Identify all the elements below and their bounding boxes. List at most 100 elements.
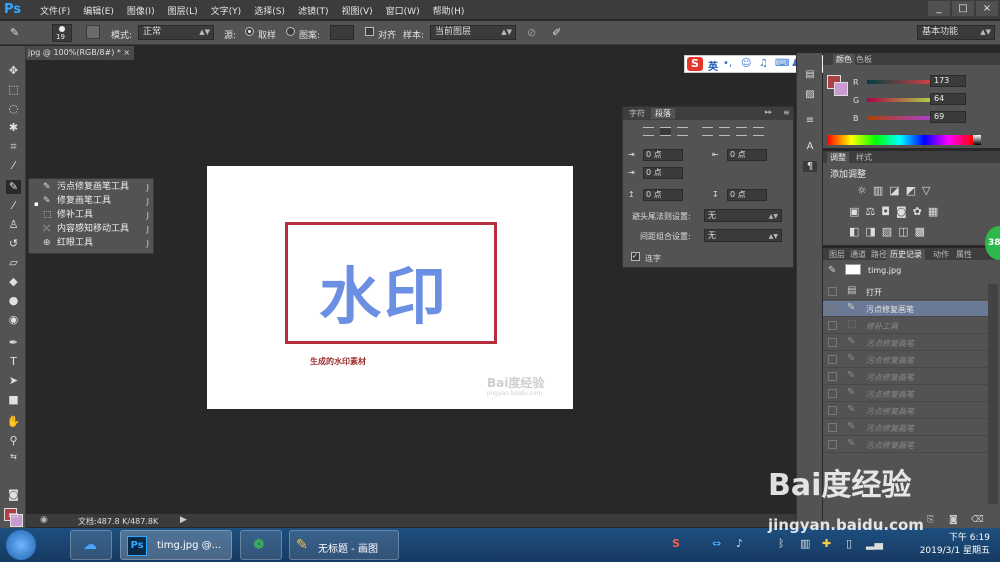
- row-checkbox[interactable]: [828, 338, 837, 347]
- type-tool-icon[interactable]: T: [6, 355, 21, 369]
- eyedropper-icon[interactable]: ⁄: [6, 159, 21, 173]
- tab-color[interactable]: 颜色: [833, 54, 855, 65]
- signal-icon[interactable]: ▂▄: [866, 537, 883, 550]
- row-checkbox[interactable]: [828, 440, 837, 449]
- r-value[interactable]: 173: [930, 75, 966, 87]
- sample-select[interactable]: 当前图层 ▲▼: [430, 25, 516, 40]
- document-tab[interactable]: jpg @ 100%(RGB/8#) * ×: [26, 46, 134, 60]
- row-checkbox[interactable]: [828, 355, 837, 364]
- indent-left-field[interactable]: 0 点: [643, 149, 683, 161]
- crop-tool-icon[interactable]: ⌗: [6, 140, 21, 154]
- menu-filter[interactable]: 滤镜(T): [292, 4, 336, 17]
- align-right-icon[interactable]: [677, 127, 688, 136]
- menu-select[interactable]: 选择(S): [248, 4, 292, 17]
- mojikumi-select[interactable]: 无 ▲▼: [704, 229, 782, 242]
- row-checkbox[interactable]: [828, 321, 837, 330]
- status-arrow-icon[interactable]: ▶: [180, 515, 187, 525]
- row-checkbox[interactable]: [828, 389, 837, 398]
- paint-bucket-icon[interactable]: ◆: [6, 275, 21, 289]
- status-menu-icon[interactable]: ◉: [40, 515, 48, 525]
- history-row[interactable]: ✎ 污点修复画笔: [823, 369, 988, 385]
- tab-adjustments[interactable]: 调整: [827, 152, 849, 163]
- history-row[interactable]: ✎ 污点修复画笔: [823, 352, 988, 368]
- panel-menu-icon[interactable]: ≡: [779, 108, 794, 117]
- lasso-tool-icon[interactable]: ◌: [6, 102, 21, 116]
- tab-swatches[interactable]: 色板: [853, 54, 875, 65]
- tab-paragraph[interactable]: 段落: [651, 108, 675, 119]
- history-row[interactable]: ▤ 打开: [823, 284, 988, 300]
- history-row[interactable]: ✎ 污点修复画笔: [823, 403, 988, 419]
- rectangle-tool-icon[interactable]: ■: [6, 393, 21, 407]
- justify-center-icon[interactable]: [719, 127, 730, 136]
- menu-window[interactable]: 窗口(W): [380, 4, 427, 17]
- panel-collapse-icon[interactable]: ▸▸: [761, 108, 776, 116]
- emoji-icon[interactable]: ☺: [741, 58, 751, 69]
- baidu-netdisk-task[interactable]: ☁: [70, 530, 112, 560]
- bluetooth-icon[interactable]: ᛒ: [778, 537, 785, 550]
- row-checkbox[interactable]: [828, 423, 837, 432]
- pattern-radio[interactable]: [286, 27, 295, 36]
- g-value[interactable]: 64: [930, 93, 966, 105]
- quick-mask-icon[interactable]: ◙: [6, 488, 21, 502]
- history-scrollbar[interactable]: [988, 284, 998, 504]
- keyboard-icon[interactable]: ⌨: [775, 58, 789, 69]
- battery-icon[interactable]: ▯: [846, 537, 852, 550]
- new-document-icon[interactable]: ⎘: [927, 515, 934, 525]
- adjustment-icons-row-1[interactable]: ☼▥◪◩▽: [857, 184, 937, 197]
- hand-tool-icon[interactable]: ✋: [6, 415, 21, 429]
- menu-view[interactable]: 视图(V): [335, 4, 379, 17]
- history-row[interactable]: ✎ 污点修复画笔: [823, 335, 988, 351]
- brushes-panel-icon[interactable]: ≡: [803, 115, 817, 126]
- menu-file[interactable]: 文件(F): [34, 4, 77, 17]
- punctuation-icon[interactable]: •,: [723, 58, 732, 69]
- menu-type[interactable]: 文字(Y): [205, 4, 249, 17]
- flyout-item-red-eye[interactable]: ⊕ 红眼工具 J: [43, 237, 153, 250]
- security-tray-icon[interactable]: ✚: [822, 537, 831, 550]
- b-value[interactable]: 69: [930, 111, 966, 123]
- flyout-item-content-aware-move[interactable]: ⤫ 内容感知移动工具 J: [43, 223, 153, 236]
- character-panel-icon[interactable]: A: [803, 141, 817, 152]
- row-checkbox[interactable]: [828, 304, 837, 313]
- brush-tool-icon[interactable]: ⁄: [6, 199, 21, 213]
- indent-first-field[interactable]: 0 点: [643, 167, 683, 179]
- minimize-button[interactable]: _: [928, 1, 950, 16]
- color-spectrum-bw[interactable]: [973, 135, 981, 145]
- tab-character[interactable]: 字符: [625, 108, 649, 119]
- system-clock[interactable]: 下午 6:19 2019/3/1 星期五: [920, 532, 990, 558]
- network-icon[interactable]: ▥: [800, 537, 810, 550]
- justify-left-icon[interactable]: [702, 127, 713, 136]
- dodge-tool-icon[interactable]: ◉: [6, 313, 21, 327]
- volume-icon[interactable]: ♪: [736, 537, 743, 550]
- maximize-button[interactable]: □: [952, 1, 974, 16]
- indent-right-field[interactable]: 0 点: [727, 149, 767, 161]
- history-panel-icon[interactable]: ▤: [803, 69, 817, 80]
- tab-styles[interactable]: 样式: [853, 152, 875, 163]
- row-checkbox[interactable]: [828, 372, 837, 381]
- pen-tool-icon[interactable]: ✒: [6, 336, 21, 350]
- trash-icon[interactable]: ⌫: [971, 515, 984, 525]
- healing-brush-icon[interactable]: ✎: [10, 26, 19, 39]
- flyout-item-healing-brush[interactable]: ✎ 修复画笔工具 J: [43, 195, 153, 208]
- color-bg-swatch[interactable]: [834, 82, 848, 96]
- color-spectrum[interactable]: [827, 135, 973, 145]
- screen-mode-icon[interactable]: ▭: [6, 508, 21, 522]
- document-canvas[interactable]: 水印 生成的水印素材 Bai度经验 jingyan.baidu.com: [207, 166, 573, 409]
- quick-select-icon[interactable]: ✱: [6, 121, 21, 135]
- history-brush-icon[interactable]: ↺: [6, 237, 21, 251]
- history-row[interactable]: ⬚ 修补工具: [823, 318, 988, 334]
- kinsoku-select[interactable]: 无 ▲▼: [704, 209, 782, 222]
- row-checkbox[interactable]: [828, 406, 837, 415]
- ignore-adjustment-icon[interactable]: ⊘: [527, 26, 536, 39]
- snapshot-thumbnail[interactable]: [845, 264, 861, 275]
- align-left-icon[interactable]: [643, 127, 654, 136]
- wechat-task[interactable]: ❁: [240, 530, 282, 560]
- adjustment-icons-row-2[interactable]: ▣⚖◘◙✿▦: [849, 205, 944, 218]
- move-tool-icon[interactable]: ✥: [6, 64, 21, 78]
- tab-layers[interactable]: 图层: [826, 249, 848, 260]
- justify-right-icon[interactable]: [736, 127, 747, 136]
- align-checkbox[interactable]: [365, 27, 374, 36]
- ime-mode[interactable]: 英: [708, 58, 718, 73]
- photoshop-task[interactable]: Ps timg.jpg @...: [120, 530, 232, 560]
- paint-task[interactable]: ✎ 无标题 - 画图: [289, 530, 399, 560]
- eraser-icon[interactable]: ▱: [6, 256, 21, 270]
